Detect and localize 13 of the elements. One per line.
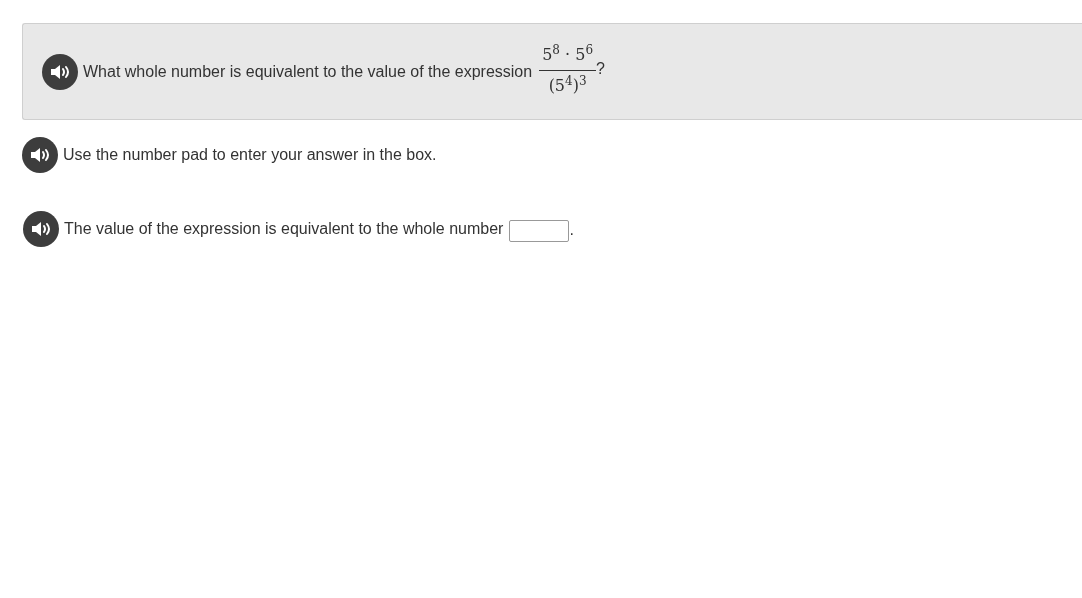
- audio-button[interactable]: [42, 53, 78, 90]
- speaker-icon: [30, 147, 50, 163]
- answer-prompt: The value of the expression is equivalent to the whole number: [64, 219, 504, 239]
- fraction: 5$^{8}$ · 5$^{6}$ (5$^{4}$)$^{3}$: [539, 43, 597, 98]
- period: .: [569, 220, 574, 240]
- speaker-icon: [31, 221, 51, 237]
- instruction-text: Use the number pad to enter your answer in the box.: [63, 145, 437, 165]
- speaker-icon: [50, 63, 70, 80]
- audio-button[interactable]: [22, 137, 58, 173]
- question-text: What whole number is equivalent to the value of the expression: [83, 61, 533, 82]
- audio-button[interactable]: [23, 211, 59, 247]
- answer-field[interactable]: [509, 220, 570, 242]
- question-mark: ?: [596, 58, 605, 79]
